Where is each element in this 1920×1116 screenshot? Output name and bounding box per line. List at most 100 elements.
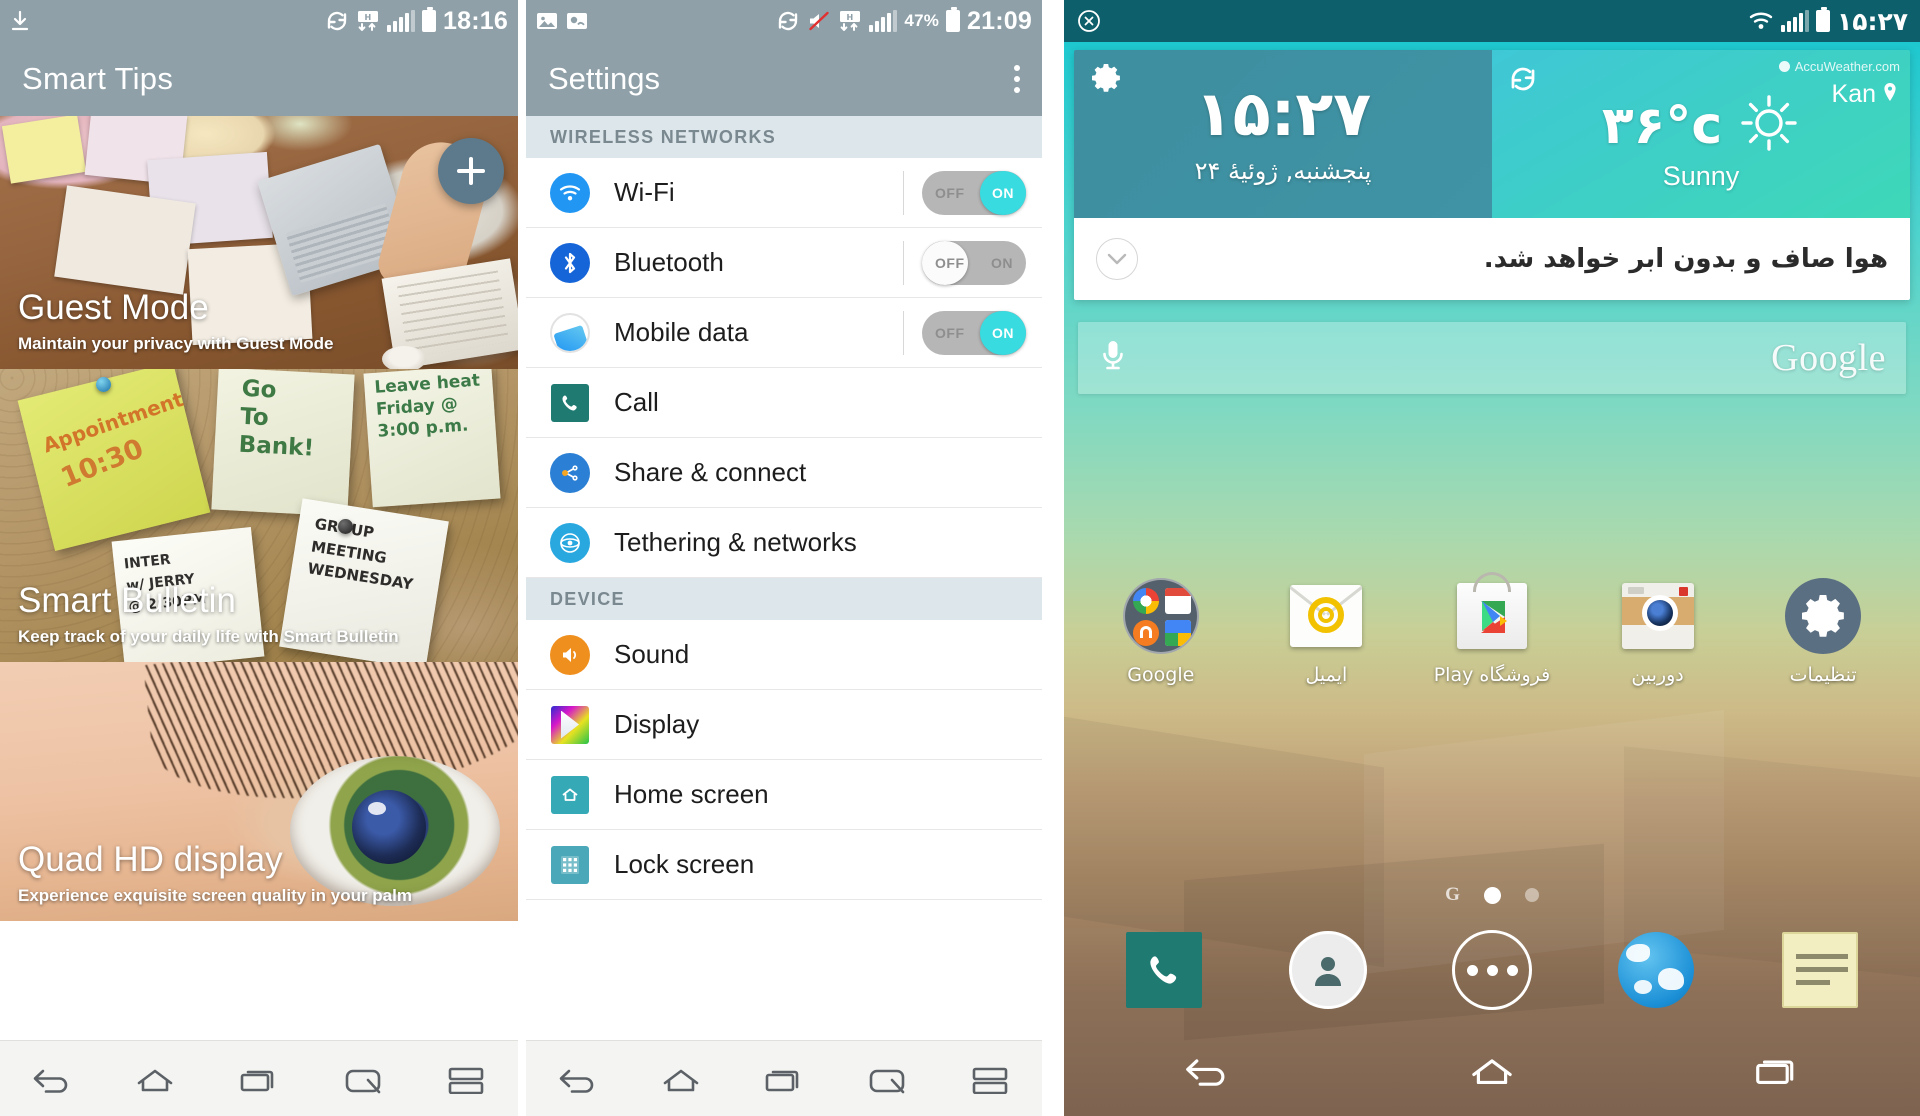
mobile-data-toggle[interactable]: OFF ON xyxy=(922,310,1026,355)
qslide-icon[interactable] xyxy=(327,1056,399,1102)
sync-icon[interactable] xyxy=(1508,64,1538,99)
app-play-store[interactable]: فروشگاه Play xyxy=(1426,572,1558,686)
homescreen-icon xyxy=(550,775,590,815)
settings-row-label: Tethering & networks xyxy=(614,527,857,557)
page-dot-active[interactable] xyxy=(1483,886,1501,904)
tip-subtitle: Experience exquisite screen quality in y… xyxy=(18,886,412,906)
settings-row-bluetooth[interactable]: Bluetooth OFF ON xyxy=(526,228,1042,298)
settings-row-display[interactable]: Display xyxy=(526,690,1042,760)
status-bar: H 18:16 xyxy=(0,0,518,42)
add-icon[interactable] xyxy=(438,138,504,204)
google-search-bar[interactable]: Google xyxy=(1078,322,1906,394)
settings-row-wifi[interactable]: Wi-Fi OFF ON xyxy=(526,158,1042,228)
tip-subtitle: Keep track of your daily life with Smart… xyxy=(18,627,399,647)
dual-window-icon[interactable] xyxy=(430,1056,502,1102)
settings-row-share-connect[interactable]: Share & connect xyxy=(526,438,1042,508)
app-settings[interactable]: تنظیمات xyxy=(1757,578,1889,686)
settings-row-lock-screen[interactable]: Lock screen xyxy=(526,830,1042,900)
tip-subtitle: Maintain your privacy with Guest Mode xyxy=(18,334,334,354)
tip-caption: Guest Mode Maintain your privacy with Gu… xyxy=(18,289,458,356)
clock-date: پنجشنبه, ژوئیهٔ ۲۴ xyxy=(1194,157,1372,185)
hd-data-icon: H xyxy=(356,9,380,33)
wifi-icon xyxy=(550,172,590,213)
qslide-icon[interactable] xyxy=(851,1056,923,1102)
settings-row-mobile-data[interactable]: Mobile data OFF ON xyxy=(526,298,1042,368)
page-indicator: G xyxy=(1064,884,1920,906)
phone-icon[interactable] xyxy=(1124,930,1204,1010)
home-icon[interactable] xyxy=(645,1056,717,1102)
app-bar: Smart Tips xyxy=(0,42,518,116)
navigation-bar xyxy=(526,1040,1042,1116)
svg-text:H: H xyxy=(365,13,372,22)
settings-row-toggle[interactable]: OFF ON xyxy=(903,298,1042,367)
chevron-down-icon[interactable] xyxy=(1096,238,1138,280)
app-camera[interactable]: دوربین xyxy=(1592,578,1724,686)
accuweather-logo-icon xyxy=(1778,61,1790,72)
app-label: تنظیمات xyxy=(1789,664,1857,686)
home-icon[interactable] xyxy=(119,1056,191,1102)
settings-row-toggle[interactable]: OFF ON xyxy=(903,228,1042,297)
navigation-bar xyxy=(0,1040,518,1116)
weather-provider-label: AccuWeather.com xyxy=(1794,59,1900,74)
gear-icon[interactable] xyxy=(1090,62,1122,99)
sync-icon xyxy=(776,9,800,33)
hd-data-icon: H xyxy=(838,9,862,33)
cancel-icon xyxy=(1076,8,1102,34)
dual-window-icon[interactable] xyxy=(954,1056,1026,1102)
recents-icon[interactable] xyxy=(1741,1047,1813,1093)
tethering-icon xyxy=(550,522,590,563)
battery-icon xyxy=(946,7,961,32)
battery-icon xyxy=(422,7,437,32)
home-icon[interactable] xyxy=(1456,1047,1528,1093)
bluetooth-toggle[interactable]: OFF ON xyxy=(922,240,1026,285)
app-drawer-icon[interactable] xyxy=(1452,930,1532,1010)
signal-icon xyxy=(1780,10,1809,32)
app-google-folder[interactable]: Google xyxy=(1095,578,1227,686)
back-icon[interactable] xyxy=(16,1056,88,1102)
weather-widget[interactable]: AccuWeather.com Kan ۳۶°c Sunny xyxy=(1492,50,1910,218)
settings-row-toggle[interactable]: OFF ON xyxy=(903,158,1042,227)
status-bar-clock: 21:09 xyxy=(967,6,1032,35)
google-brand-label: Google xyxy=(1771,337,1886,379)
sound-icon xyxy=(550,634,590,675)
more-options-icon[interactable] xyxy=(1014,65,1020,93)
browser-icon[interactable] xyxy=(1616,930,1696,1010)
screenshot-icon xyxy=(536,10,558,32)
note-text: Leave heat Friday @ 3:00 p.m. xyxy=(373,370,481,442)
settings-row-tethering[interactable]: Tethering & networks xyxy=(526,508,1042,578)
settings-row-label: Mobile data xyxy=(614,317,749,347)
settings-row-home-screen[interactable]: Home screen xyxy=(526,760,1042,830)
settings-row-call[interactable]: Call xyxy=(526,368,1042,438)
wifi-toggle[interactable]: OFF ON xyxy=(922,170,1026,215)
recents-icon[interactable] xyxy=(748,1056,820,1102)
tip-card-smart-bulletin[interactable]: Appointment 10:30 Go To Bank! Leave heat… xyxy=(0,369,518,662)
toggle-off-label: OFF xyxy=(935,324,965,341)
contacts-icon[interactable] xyxy=(1288,930,1368,1010)
dock xyxy=(1064,930,1920,1010)
app-email[interactable]: ایمیل xyxy=(1260,578,1392,686)
back-icon[interactable] xyxy=(1171,1047,1243,1093)
forecast-row[interactable]: هوا صاف و بدون ابر خواهد شد. xyxy=(1074,218,1910,300)
tip-card-guest-mode[interactable]: Guest Mode Maintain your privacy with Gu… xyxy=(0,116,518,369)
tip-card-quad-hd[interactable]: Quad HD display Experience exquisite scr… xyxy=(0,662,518,921)
app-label: فروشگاه Play xyxy=(1433,664,1551,686)
app-label: ایمیل xyxy=(1305,664,1348,686)
clock-widget[interactable]: ۱۵:۲۷ پنجشنبه, ژوئیهٔ ۲۴ xyxy=(1074,50,1492,218)
recents-icon[interactable] xyxy=(223,1056,295,1102)
settings-row-label: Call xyxy=(614,387,659,417)
weather-location: Kan xyxy=(1832,80,1898,109)
microphone-icon[interactable] xyxy=(1098,337,1128,380)
back-icon[interactable] xyxy=(542,1056,614,1102)
page-dot[interactable] xyxy=(1524,888,1539,902)
toggle-on-label: ON xyxy=(991,254,1013,271)
weather-location-label: Kan xyxy=(1831,80,1876,108)
weather-temperature: ۳۶°c xyxy=(1601,95,1723,156)
messages-icon[interactable] xyxy=(1780,930,1860,1010)
app-icon xyxy=(566,10,588,32)
clock-weather-widget[interactable]: ۱۵:۲۷ پنجشنبه, ژوئیهٔ ۲۴ AccuWeather.com… xyxy=(1074,50,1910,300)
google-folder-icon xyxy=(1122,578,1199,654)
google-now-page-icon[interactable]: G xyxy=(1445,884,1460,906)
pushpin-icon xyxy=(338,519,353,534)
settings-row-sound[interactable]: Sound xyxy=(526,620,1042,690)
panel-smart-tips: H 18:16 Smart Tips Guest Mode Maintain y… xyxy=(0,0,518,1116)
